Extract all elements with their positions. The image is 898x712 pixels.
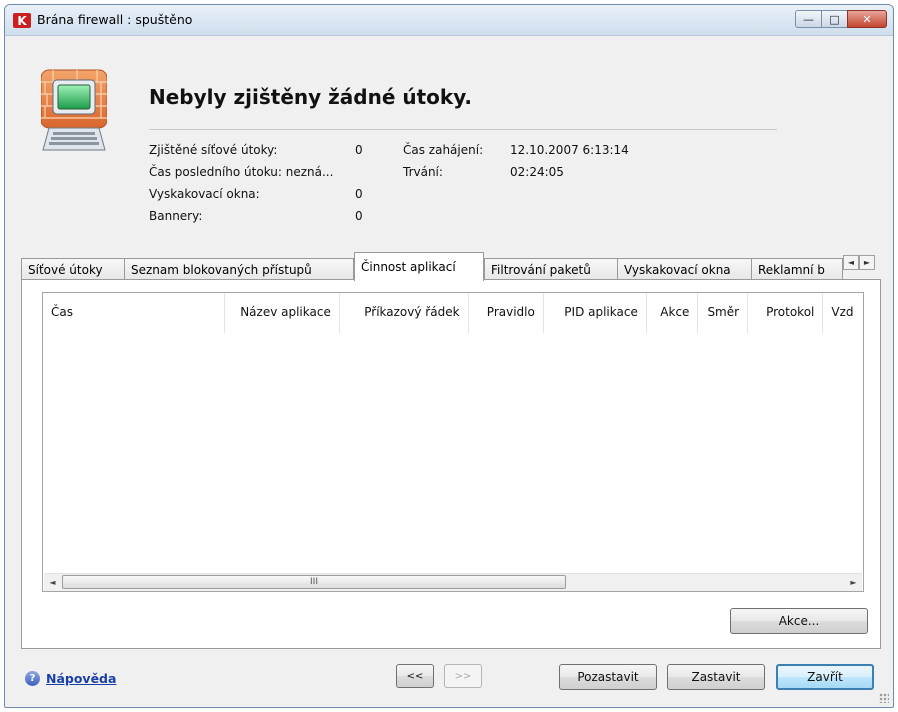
column-time[interactable]: Čas — [43, 293, 225, 333]
column-app-name[interactable]: Název aplikace — [225, 293, 340, 333]
firewall-window: K Brána firewall : spuštěno — □ ✕ Nebyly… — [4, 4, 894, 708]
title-bar[interactable]: K Brána firewall : spuštěno — □ ✕ — [5, 5, 893, 36]
close-button[interactable]: Zavřít — [776, 664, 874, 690]
tab-scroll-left-icon[interactable]: ◄ — [843, 255, 859, 270]
next-button[interactable]: >> — [444, 664, 482, 688]
stop-button[interactable]: Zastavit — [667, 664, 765, 690]
tab-scroll-right-icon[interactable]: ► — [859, 255, 875, 270]
pause-button[interactable]: Pozastavit — [559, 664, 657, 690]
duration-label: Trvání: — [403, 165, 443, 179]
close-window-button[interactable]: ✕ — [847, 10, 887, 28]
column-action[interactable]: Akce — [647, 293, 699, 333]
banners-value: 0 — [355, 209, 363, 223]
tab-blocked-access[interactable]: Seznam blokovaných přístupů — [124, 258, 354, 280]
header-divider — [149, 129, 777, 130]
activity-table[interactable]: Čas Název aplikace Příkazový řádek Pravi… — [42, 292, 864, 592]
column-rule[interactable]: Pravidlo — [469, 293, 544, 333]
start-time-label: Čas zahájení: — [403, 143, 484, 157]
start-time-value: 12.10.2007 6:13:14 — [510, 143, 629, 157]
detected-attacks-value: 0 — [355, 143, 363, 157]
scrollbar-thumb[interactable]: III — [62, 575, 566, 589]
help-icon: ? — [25, 671, 40, 686]
status-headline: Nebyly zjištěny žádné útoky. — [149, 85, 472, 109]
kaspersky-logo-icon: K — [13, 13, 31, 28]
help-link[interactable]: Nápověda — [46, 671, 116, 686]
previous-button[interactable]: << — [396, 664, 434, 688]
tab-panel: Čas Název aplikace Příkazový řádek Pravi… — [21, 279, 881, 649]
minimize-button[interactable]: — — [795, 10, 822, 28]
actions-button[interactable]: Akce... — [730, 608, 868, 634]
column-direction[interactable]: Směr — [698, 293, 749, 333]
detected-attacks-label: Zjištěné síťové útoky: — [149, 143, 278, 157]
firewall-computer-icon — [41, 69, 107, 151]
tab-packet-filtering[interactable]: Filtrování paketů — [484, 258, 618, 280]
tab-scroll-buttons: ◄ ► — [843, 255, 875, 270]
tab-banners[interactable]: Reklamní b — [751, 258, 843, 280]
window-controls: — □ ✕ — [795, 10, 887, 28]
column-command-line[interactable]: Příkazový řádek — [340, 293, 469, 333]
tab-application-activity[interactable]: Činnost aplikací — [354, 252, 484, 281]
help-link-group[interactable]: ? Nápověda — [25, 671, 116, 686]
maximize-button[interactable]: □ — [821, 10, 848, 28]
column-pid[interactable]: PID aplikace — [544, 293, 647, 333]
column-protocol[interactable]: Protokol — [748, 293, 824, 333]
last-attack-label: Čas posledního útoku: nezná... — [149, 165, 334, 179]
table-header: Čas Název aplikace Příkazový řádek Pravi… — [43, 293, 863, 334]
banners-label: Bannery: — [149, 209, 203, 223]
popups-label: Vyskakovací okna: — [149, 187, 260, 201]
column-remote[interactable]: Vzd — [823, 293, 863, 333]
resize-grip-icon[interactable] — [879, 693, 889, 703]
horizontal-scrollbar[interactable]: ◄ III ► — [44, 573, 862, 591]
popups-value: 0 — [355, 187, 363, 201]
tab-network-attacks[interactable]: Síťové útoky — [21, 258, 125, 280]
scroll-right-icon[interactable]: ► — [845, 574, 862, 591]
scroll-left-icon[interactable]: ◄ — [44, 574, 61, 591]
tab-strip: Síťové útoky Seznam blokovaných přístupů… — [21, 252, 881, 281]
window-title: Brána firewall : spuštěno — [37, 12, 193, 27]
tab-popups[interactable]: Vyskakovací okna — [617, 258, 752, 280]
duration-value: 02:24:05 — [510, 165, 564, 179]
